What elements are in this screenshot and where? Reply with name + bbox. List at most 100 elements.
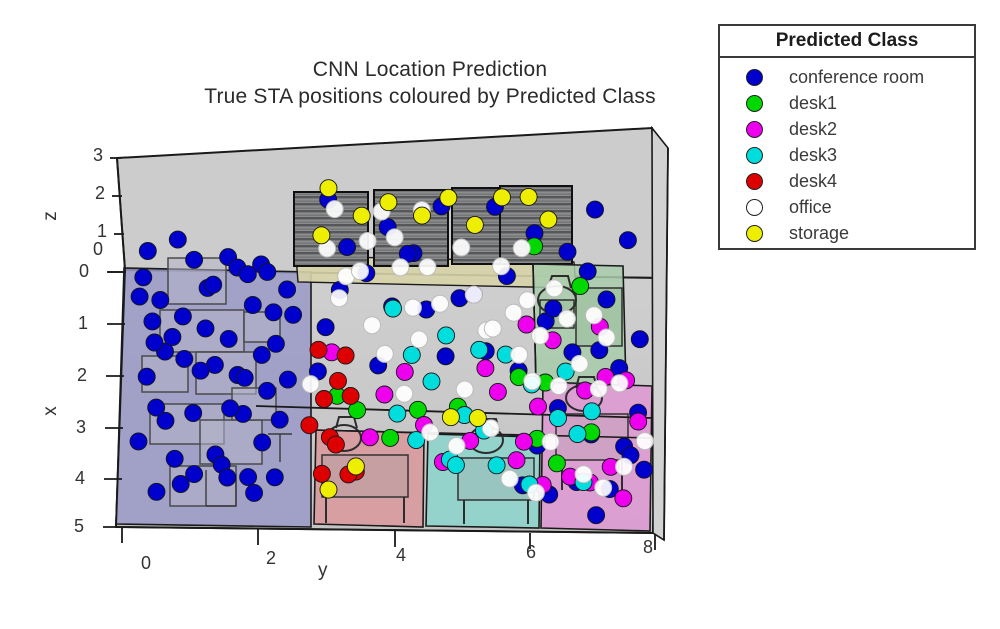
data-point-storage — [352, 206, 371, 225]
data-point-conference-room — [138, 242, 157, 260]
data-point-desk4 — [341, 386, 360, 405]
data-point-conference-room — [630, 330, 649, 349]
data-point-storage — [493, 188, 511, 207]
data-point-conference-room — [278, 280, 297, 299]
data-point-conference-room — [185, 250, 204, 269]
data-point-conference-room — [129, 432, 148, 451]
data-point-conference-room — [175, 349, 194, 368]
legend-row[interactable]: storage — [720, 220, 974, 246]
data-point-office — [510, 345, 529, 364]
data-point-office — [385, 228, 404, 247]
data-point-desk1 — [408, 400, 427, 419]
data-point-office — [570, 354, 589, 373]
data-point-conference-room — [265, 468, 284, 487]
data-point-desk1 — [381, 428, 400, 447]
legend-label: desk1 — [789, 92, 838, 113]
data-point-office — [558, 309, 576, 328]
x-axis-label: x — [39, 406, 61, 416]
data-point-office — [410, 330, 428, 349]
data-point-office — [421, 423, 440, 442]
data-point-conference-room — [278, 370, 297, 389]
data-point-storage — [468, 409, 487, 428]
legend-row[interactable]: conference room — [720, 64, 974, 90]
data-point-conference-room — [270, 410, 289, 429]
data-point-storage — [413, 206, 431, 225]
data-point-conference-room — [163, 328, 182, 346]
plot-canvas — [103, 125, 669, 550]
data-point-desk3 — [470, 340, 489, 359]
data-point-conference-room — [191, 361, 210, 380]
data-point-office — [403, 298, 422, 317]
data-point-office — [351, 262, 369, 281]
data-point-desk1 — [547, 454, 566, 473]
data-point-desk2 — [395, 362, 414, 381]
data-point-office — [585, 306, 603, 325]
data-point-office — [391, 258, 410, 277]
data-point-desk4 — [312, 464, 331, 483]
legend-row[interactable]: office — [720, 194, 974, 220]
legend-label: desk2 — [789, 118, 838, 139]
z-tick-0: 0 — [92, 239, 103, 259]
data-point-conference-room — [635, 460, 654, 479]
y-axis-label: y — [318, 560, 328, 581]
data-point-conference-room — [130, 287, 149, 306]
data-point-conference-room — [147, 398, 166, 417]
x-tick-5: 5 — [73, 516, 84, 536]
data-point-conference-room — [221, 399, 240, 418]
data-point-conference-room — [137, 367, 156, 386]
data-point-conference-room — [173, 307, 192, 326]
data-point-office — [500, 469, 519, 488]
data-point-conference-room — [284, 305, 303, 324]
legend-title: Predicted Class — [720, 26, 974, 58]
data-point-office — [504, 303, 523, 322]
legend-swatch-desk2 — [746, 120, 763, 138]
data-point-conference-room — [597, 290, 616, 309]
x-tick-4: 4 — [74, 468, 85, 488]
data-point-desk4 — [329, 371, 347, 390]
data-point-office — [531, 326, 549, 345]
data-point-desk2 — [476, 359, 495, 378]
z-tick-3: 3 — [92, 145, 103, 165]
data-point-conference-room — [238, 265, 257, 284]
data-point-storage — [319, 480, 338, 499]
data-point-desk3 — [384, 299, 402, 318]
data-point-office — [615, 457, 633, 476]
data-point-conference-room — [171, 475, 190, 493]
data-point-desk3 — [582, 402, 601, 421]
data-point-storage — [441, 408, 460, 427]
legend-label: desk3 — [789, 144, 838, 165]
legend-row[interactable]: desk4 — [720, 168, 974, 194]
data-point-conference-room — [266, 334, 285, 353]
data-point-conference-room — [338, 238, 357, 257]
data-point-office — [375, 344, 394, 363]
data-point-conference-room — [558, 242, 577, 261]
data-point-office — [418, 258, 437, 277]
legend-row[interactable]: desk2 — [720, 116, 974, 142]
data-point-desk4 — [336, 346, 355, 365]
data-point-desk2 — [507, 451, 526, 470]
data-point-conference-room — [316, 318, 335, 337]
data-point-conference-room — [239, 468, 258, 487]
x-tick-0: 0 — [78, 261, 89, 281]
legend-swatch-office — [746, 198, 763, 216]
y-tick-8: 8 — [642, 537, 653, 557]
data-point-conference-room — [618, 231, 637, 250]
x-tick-1: 1 — [77, 313, 88, 333]
legend-row[interactable]: desk3 — [720, 142, 974, 168]
legend-swatch-conference-room — [746, 68, 763, 86]
y-tick-0: 0 — [140, 553, 151, 573]
data-point-conference-room — [143, 312, 162, 331]
data-point-office — [363, 316, 381, 335]
data-point-office — [464, 285, 483, 304]
legend-row[interactable]: desk1 — [720, 90, 974, 116]
data-point-conference-room — [219, 329, 238, 348]
data-point-office — [431, 294, 449, 313]
data-point-conference-room — [165, 449, 184, 468]
data-point-storage — [519, 187, 538, 206]
data-point-conference-room — [235, 368, 254, 387]
x-tick-3: 3 — [75, 417, 86, 437]
data-point-office — [597, 328, 616, 347]
data-point-office — [301, 375, 320, 394]
data-point-conference-room — [436, 347, 455, 366]
data-point-office — [594, 478, 613, 497]
